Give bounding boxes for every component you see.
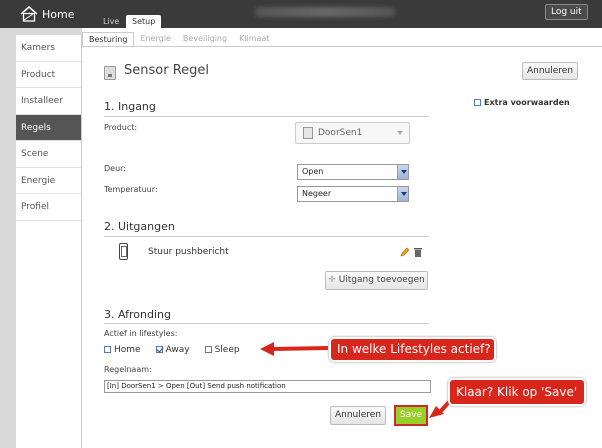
- extra-conditions-label: Extra voorwaarden: [484, 98, 570, 107]
- cancel-button-top[interactable]: Annuleren: [522, 62, 578, 80]
- door-label: Deur:: [104, 164, 126, 173]
- plus-icon: ✛: [328, 275, 336, 285]
- lifestyle-sleep-label: Sleep: [214, 345, 240, 355]
- rule-name-label: Regelnaam:: [104, 365, 152, 374]
- lifestyle-sleep-checkbox[interactable]: [204, 346, 212, 353]
- extra-conditions-toggle[interactable]: Extra voorwaarden: [474, 98, 570, 108]
- temperature-select-value: Negeer: [302, 189, 332, 198]
- logout-button[interactable]: Log uit: [545, 4, 588, 20]
- cancel-button[interactable]: Annuleren: [330, 406, 386, 425]
- product-select-value: DoorSen1: [318, 128, 363, 138]
- extra-conditions-checkbox[interactable]: [474, 99, 481, 106]
- rule-name-input[interactable]: [In] DoorSen1 > Open [Out] Send push not…: [104, 380, 431, 393]
- home-icon: [20, 6, 38, 22]
- section-divider: [104, 116, 429, 117]
- top-bar: Home Live Setup Log uit: [0, 0, 602, 28]
- tab-klimaat[interactable]: Klimaat: [233, 32, 275, 46]
- output-item-label: Stuur pushbericht: [148, 247, 229, 257]
- chevron-down-icon: [397, 165, 408, 179]
- section-divider: [104, 323, 429, 324]
- section-title-finish: 3. Afronding: [104, 308, 171, 321]
- sidebar-item-product[interactable]: Product: [16, 62, 81, 88]
- section-title-input: 1. Ingang: [104, 100, 156, 113]
- lifestyle-home-checkbox[interactable]: [104, 346, 111, 353]
- tab-besturing[interactable]: Besturing: [82, 32, 135, 46]
- door-select-value: Open: [302, 167, 324, 176]
- section-title-outputs: 2. Uitgangen: [104, 220, 175, 233]
- tab-energie[interactable]: Energie: [134, 32, 176, 46]
- sidebar-item-scene[interactable]: Scene: [16, 141, 81, 168]
- home-link[interactable]: Home: [20, 5, 74, 23]
- trash-icon[interactable]: [414, 247, 422, 257]
- lifestyle-away-checkbox[interactable]: [155, 346, 163, 353]
- sidebar-item-profiel[interactable]: Profiel: [16, 194, 81, 221]
- lifestyles-label: Actief in lifestyles:: [104, 329, 178, 338]
- lifestyle-away-label: Away: [165, 345, 190, 355]
- add-output-button[interactable]: ✛ Uitgang toevoegen: [325, 271, 428, 290]
- lifestyle-home-label: Home: [114, 345, 141, 355]
- arrow-icon: [429, 400, 451, 418]
- page-title: Sensor Regel: [124, 63, 210, 78]
- door-sensor-icon: [303, 127, 313, 139]
- sidebar-item-energie[interactable]: Energie: [16, 168, 81, 194]
- pencil-icon[interactable]: [400, 247, 410, 257]
- divider: [82, 46, 602, 47]
- product-label: Product:: [104, 123, 138, 132]
- blurred-header-text: [255, 7, 395, 17]
- callout-lifestyles: In welke Lifestyles actief?: [329, 337, 496, 362]
- phone-icon: [119, 243, 128, 260]
- add-output-label: Uitgang toevoegen: [338, 275, 425, 285]
- section-divider: [104, 236, 429, 237]
- lifestyle-home[interactable]: Home: [104, 345, 141, 355]
- lifestyle-away[interactable]: Away: [155, 345, 190, 355]
- sidebar-item-kamers[interactable]: Kamers: [16, 35, 81, 62]
- callout-save: Klaar? Klik op 'Save': [448, 378, 586, 406]
- product-select[interactable]: DoorSen1: [295, 122, 410, 144]
- temperature-select[interactable]: Negeer: [297, 186, 409, 202]
- tab-live[interactable]: Live: [97, 15, 125, 28]
- tab-setup[interactable]: Setup: [126, 15, 162, 28]
- lifestyle-options: Home Away Sleep: [104, 345, 255, 355]
- save-button[interactable]: Save: [394, 405, 428, 426]
- sidebar-item-regels[interactable]: Regels: [16, 114, 81, 141]
- chevron-down-icon: [397, 187, 408, 201]
- sensor-icon: [104, 66, 116, 80]
- sidebar: Kamers Product Installeer Regels Scene E…: [16, 35, 82, 448]
- temperature-label: Temperatuur:: [104, 185, 158, 194]
- door-select[interactable]: Open: [297, 164, 409, 180]
- tab-beveiliging[interactable]: Beveiliging: [177, 32, 233, 46]
- lifestyle-sleep[interactable]: Sleep: [204, 345, 240, 355]
- brand-label: Home: [42, 7, 75, 21]
- arrow-icon: [260, 342, 329, 356]
- chevron-down-icon: [397, 131, 403, 135]
- subtab-bar: Besturing Energie Beveiliging Klimaat: [82, 32, 276, 46]
- sidebar-item-installeer[interactable]: Installeer: [16, 88, 81, 115]
